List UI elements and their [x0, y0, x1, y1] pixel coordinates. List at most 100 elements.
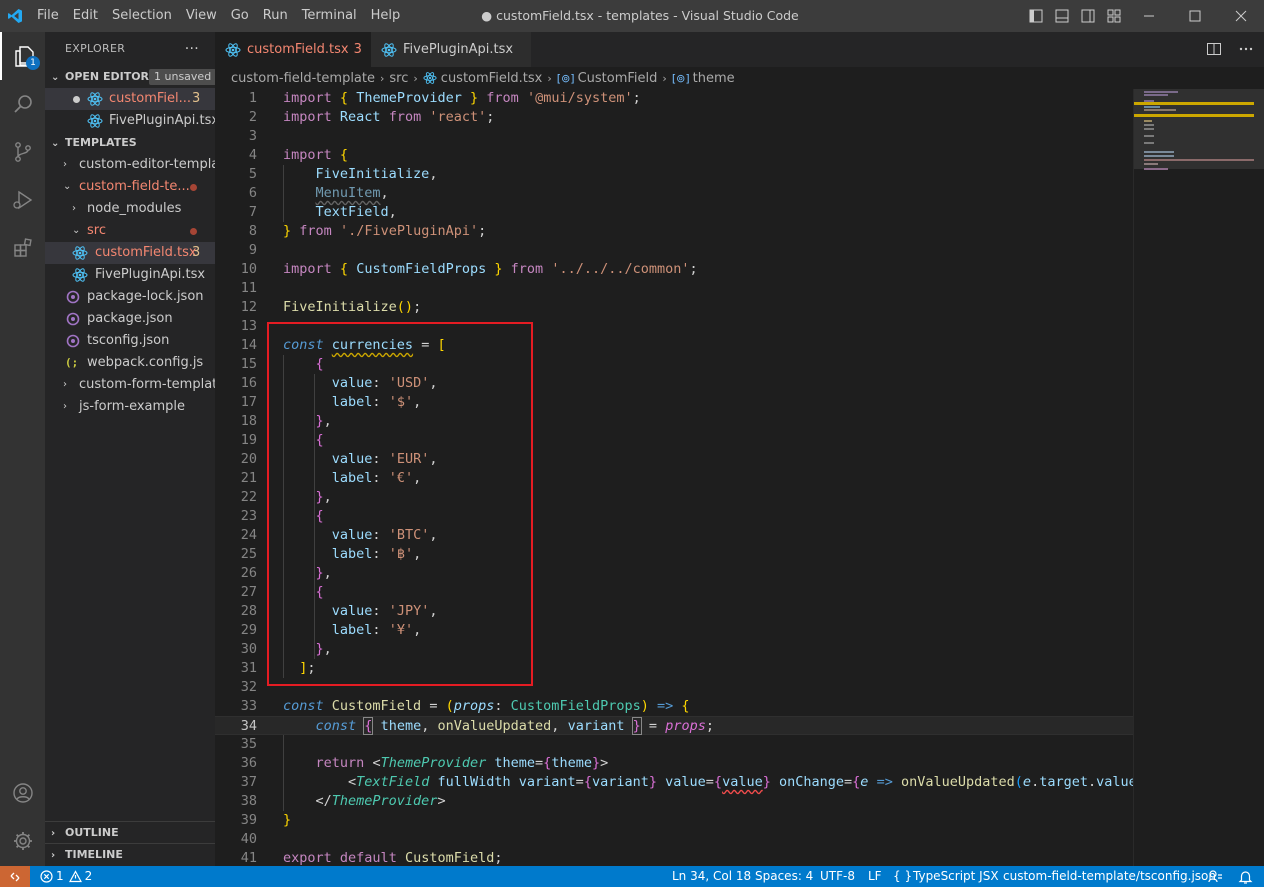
- tree-item-folder[interactable]: › node_modules: [45, 198, 215, 220]
- menu-file[interactable]: File: [30, 0, 66, 32]
- extensions-icon[interactable]: [0, 224, 45, 272]
- code-line: 3: [215, 127, 1133, 146]
- line-number: 1: [248, 90, 257, 106]
- open-editors-header[interactable]: ⌄ OPEN EDITORS 1 unsaved: [45, 66, 215, 88]
- minimap-warning-line: [1134, 114, 1254, 117]
- menu-run[interactable]: Run: [256, 0, 295, 32]
- line-number: 32: [240, 679, 257, 695]
- end-of-line[interactable]: LF: [868, 866, 882, 887]
- menu-help[interactable]: Help: [364, 0, 408, 32]
- more-actions-icon[interactable]: ···: [185, 32, 199, 66]
- timeline-section[interactable]: › TIMELINE: [45, 843, 215, 866]
- chevron-right-icon: ›: [380, 71, 385, 85]
- settings-gear-icon[interactable]: [0, 817, 45, 865]
- unsaved-dot-icon[interactable]: [73, 96, 80, 103]
- line-number: 40: [240, 831, 257, 847]
- outline-header[interactable]: › OUTLINE: [45, 822, 215, 844]
- code-line: 7 TextField,: [215, 203, 1133, 222]
- code-line: 31 ];: [215, 659, 1133, 678]
- tree-item-label: package.json: [87, 311, 173, 326]
- open-editor-item[interactable]: customFiel... 3: [45, 88, 215, 110]
- tree-item-label: src: [87, 223, 106, 238]
- source-control-icon[interactable]: [0, 128, 45, 176]
- toggle-sidebar-icon[interactable]: [1028, 8, 1044, 24]
- minimap[interactable]: [1133, 89, 1264, 866]
- code-line: 29 label: '¥',: [215, 621, 1133, 640]
- split-editor-icon[interactable]: [1206, 41, 1222, 61]
- code-line: 12 FiveInitialize();: [215, 298, 1133, 317]
- search-icon[interactable]: [0, 80, 45, 128]
- timeline-header[interactable]: › TIMELINE: [45, 844, 215, 866]
- problems-indicator[interactable]: 1 2: [40, 866, 92, 887]
- code-text: <TextField fullWidth variant={variant} v…: [348, 774, 1133, 790]
- tree-item-file[interactable]: package.json: [45, 308, 215, 330]
- outline-section[interactable]: › OUTLINE: [45, 821, 215, 844]
- tree-item-label: js-form-example: [79, 399, 186, 414]
- breadcrumb-item[interactable]: src: [389, 71, 408, 86]
- toggle-secondary-sidebar-icon[interactable]: [1080, 8, 1096, 24]
- tree-item-folder[interactable]: › custom-editor-templa...: [45, 154, 215, 176]
- menu-go[interactable]: Go: [224, 0, 256, 32]
- minimize-button[interactable]: [1126, 0, 1172, 32]
- code-line: 27 {: [215, 583, 1133, 602]
- minimap-line: [1144, 91, 1178, 93]
- code-line: 33 const CustomField = (props: CustomFiel…: [215, 697, 1133, 716]
- react-icon: [87, 113, 103, 129]
- code-line: 10 import { CustomFieldProps } from '../.…: [215, 260, 1133, 279]
- code-editor[interactable]: 1 import { ThemeProvider } from '@mui/sys…: [215, 89, 1133, 866]
- tree-item-label: custom-field-te...: [79, 179, 190, 194]
- notifications-bell-icon[interactable]: [1238, 869, 1253, 887]
- menu-view[interactable]: View: [179, 0, 224, 32]
- tree-item-folder[interactable]: › custom-form-template: [45, 374, 215, 396]
- customize-layout-icon[interactable]: [1106, 8, 1122, 24]
- explorer-icon[interactable]: 1: [0, 32, 45, 80]
- line-number: 37: [240, 774, 257, 790]
- code-text: import React from 'react';: [283, 109, 495, 125]
- menu-edit[interactable]: Edit: [66, 0, 105, 32]
- cursor-position[interactable]: Ln 34, Col 18: [672, 866, 751, 887]
- code-text: import { CustomFieldProps } from '../../…: [283, 261, 698, 277]
- breadcrumb-item[interactable]: theme: [693, 71, 735, 86]
- toggle-panel-icon[interactable]: [1054, 8, 1070, 24]
- open-editor-item[interactable]: FivePluginApi.tsx...: [45, 110, 215, 132]
- code-line: 24 value: 'BTC',: [215, 526, 1133, 545]
- open-editor-name: customFiel...: [109, 91, 192, 106]
- code-text: </ThemeProvider>: [315, 793, 446, 809]
- explorer-sidebar: EXPLORER ··· ⌄ OPEN EDITORS 1 unsaved cus…: [45, 32, 215, 866]
- code-line: 26 },: [215, 564, 1133, 583]
- maximize-button[interactable]: [1172, 0, 1218, 32]
- account-icon[interactable]: [0, 769, 45, 817]
- encoding[interactable]: UTF-8: [820, 866, 855, 887]
- templates-header[interactable]: ⌄ TEMPLATES: [45, 132, 215, 154]
- code-line: 17 label: '$',: [215, 393, 1133, 412]
- remote-indicator-icon[interactable]: [0, 866, 30, 887]
- tree-item-folder[interactable]: ⌄ src: [45, 220, 215, 242]
- breadcrumb-item[interactable]: custom-field-template: [231, 71, 375, 86]
- tree-item-label: custom-editor-templa...: [79, 157, 215, 172]
- error-icon: [40, 870, 53, 883]
- breadcrumb-item[interactable]: CustomField: [578, 71, 658, 86]
- run-debug-icon[interactable]: [0, 176, 45, 224]
- menu-selection[interactable]: Selection: [105, 0, 179, 32]
- tree-item-file[interactable]: FivePluginApi.tsx: [45, 264, 215, 286]
- language-braces-icon[interactable]: { }: [893, 866, 912, 887]
- tab-customfield[interactable]: customField.tsx 3: [215, 32, 371, 67]
- menu-terminal[interactable]: Terminal: [295, 0, 364, 32]
- breadcrumb-item[interactable]: customField.tsx: [441, 71, 543, 86]
- more-actions-icon[interactable]: [1238, 41, 1254, 61]
- close-button[interactable]: [1218, 0, 1264, 32]
- react-icon: [72, 267, 88, 283]
- tree-item-folder[interactable]: ⌄ custom-field-te...: [45, 176, 215, 198]
- line-number: 31: [240, 660, 257, 676]
- indentation[interactable]: Spaces: 4: [755, 866, 813, 887]
- code-text: const { theme, onValueUpdated, variant }…: [315, 717, 714, 735]
- tree-item-file[interactable]: package-lock.json: [45, 286, 215, 308]
- language-mode[interactable]: TypeScript JSX: [913, 866, 999, 887]
- tsconfig-indicator[interactable]: custom-field-template/tsconfig.json: [1003, 866, 1216, 887]
- tree-item-folder[interactable]: › js-form-example: [45, 396, 215, 418]
- tree-item-file[interactable]: tsconfig.json: [45, 330, 215, 352]
- tree-item-file-active[interactable]: customField.tsx 3: [45, 242, 215, 264]
- tab-fivepluginapi[interactable]: FivePluginApi.tsx: [371, 32, 531, 67]
- feedback-icon[interactable]: [1208, 869, 1223, 887]
- tree-item-file[interactable]: (; webpack.config.js: [45, 352, 215, 374]
